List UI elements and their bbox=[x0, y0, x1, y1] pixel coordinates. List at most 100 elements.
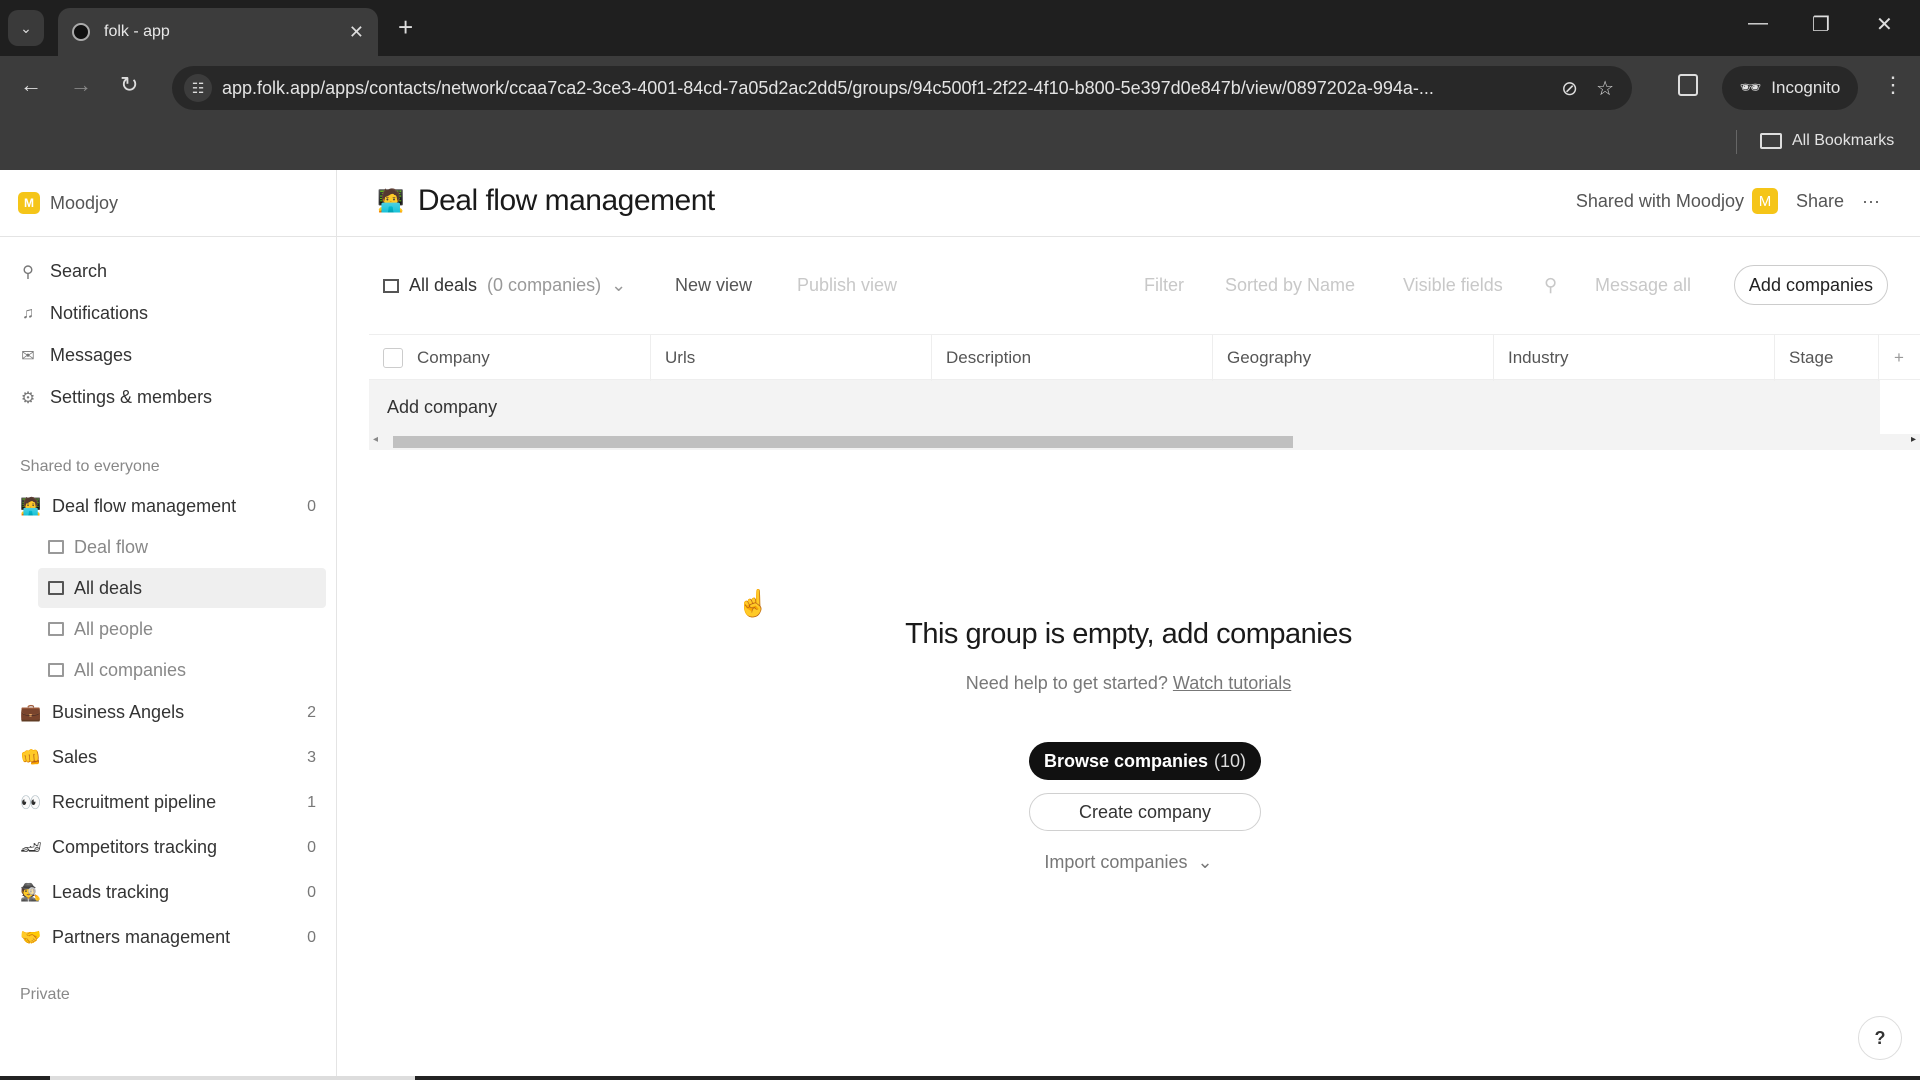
site-info-icon[interactable]: ☷ bbox=[184, 74, 212, 102]
address-bar[interactable]: ☷ app.folk.app/apps/contacts/network/cca… bbox=[172, 66, 1632, 110]
view-selector[interactable]: All deals (0 companies) ⌄ bbox=[383, 275, 626, 296]
sidebar-item-settings[interactable]: ⚙ Settings & members bbox=[20, 387, 212, 408]
column-label: Geography bbox=[1227, 348, 1312, 367]
column-header-industry[interactable]: Industry bbox=[1494, 335, 1775, 381]
scroll-right-icon[interactable]: ▸ bbox=[1911, 434, 1916, 445]
sidebar-group-leads-tracking[interactable]: 🕵 Leads tracking 0 bbox=[20, 882, 316, 903]
sidebar-item-search[interactable]: ⚲ Search bbox=[20, 261, 107, 282]
fist-icon: 👊 bbox=[20, 747, 42, 767]
sidebar-item-notifications[interactable]: ♫ Notifications bbox=[20, 303, 148, 324]
column-header-stage[interactable]: Stage bbox=[1775, 335, 1879, 381]
workspace-switcher[interactable]: M Moodjoy bbox=[0, 170, 336, 237]
group-name: Competitors tracking bbox=[52, 837, 218, 857]
handshake-icon: 🤝 bbox=[20, 927, 42, 947]
visible-fields-button[interactable]: Visible fields bbox=[1403, 275, 1503, 296]
create-company-button[interactable]: Create company bbox=[1029, 793, 1261, 831]
close-window-icon[interactable]: ✕ bbox=[1876, 12, 1893, 37]
group-count: 0 bbox=[307, 883, 316, 901]
detective-icon: 🕵 bbox=[20, 882, 42, 902]
import-companies-dropdown[interactable]: Import companies ⌄ bbox=[337, 852, 1920, 873]
view-label: Deal flow bbox=[74, 536, 149, 557]
new-tab-icon[interactable]: + bbox=[398, 12, 413, 43]
select-all-checkbox[interactable] bbox=[383, 348, 403, 368]
incognito-indicator[interactable]: 🕶︎ Incognito bbox=[1722, 66, 1858, 110]
minimize-icon[interactable]: — bbox=[1748, 12, 1768, 35]
side-panel-icon[interactable] bbox=[1678, 74, 1698, 96]
sidebar-view-deal-flow[interactable]: Deal flow bbox=[38, 527, 326, 567]
message-all-button[interactable]: Message all bbox=[1595, 275, 1691, 296]
help-text: Need help to get started? bbox=[965, 673, 1168, 693]
horizontal-scrollbar[interactable]: ◂ ▸ bbox=[369, 434, 1920, 450]
share-button[interactable]: Share bbox=[1796, 191, 1844, 212]
sidebar-group-partners-management[interactable]: 🤝 Partners management 0 bbox=[20, 927, 316, 948]
column-header-geography[interactable]: Geography bbox=[1213, 335, 1494, 381]
workspace-badge: M bbox=[18, 192, 40, 214]
forward-icon[interactable]: → bbox=[70, 72, 92, 98]
bottom-progress-bar bbox=[0, 1076, 1920, 1080]
sidebar-view-all-deals[interactable]: All deals bbox=[38, 568, 326, 608]
sidebar-group-recruitment-pipeline[interactable]: 👀 Recruitment pipeline 1 bbox=[20, 792, 316, 813]
column-header-description[interactable]: Description bbox=[932, 335, 1213, 381]
race-car-icon: 🏎 bbox=[20, 837, 42, 857]
scrollbar-thumb[interactable] bbox=[393, 436, 1293, 448]
sort-button[interactable]: Sorted by Name bbox=[1225, 275, 1355, 296]
sidebar-item-messages[interactable]: ✉ Messages bbox=[20, 345, 132, 366]
filter-button[interactable]: Filter bbox=[1144, 275, 1184, 296]
sidebar-group-business-angels[interactable]: 💼 Business Angels 2 bbox=[20, 702, 316, 723]
browse-label: Browse companies bbox=[1043, 750, 1209, 771]
add-column-icon[interactable]: + bbox=[1879, 335, 1919, 381]
browser-tab[interactable]: folk - app ✕ bbox=[58, 8, 378, 56]
tab-search-button[interactable]: ⌄ bbox=[8, 10, 44, 46]
table-icon bbox=[383, 278, 399, 293]
search-icon: ⚲ bbox=[22, 263, 34, 281]
search-icon[interactable]: ⚲ bbox=[1544, 275, 1557, 296]
incognito-icon: 🕶︎ bbox=[1739, 78, 1762, 97]
browse-companies-button[interactable]: Browse companies (10) bbox=[1029, 742, 1261, 780]
group-count: 0 bbox=[307, 838, 316, 856]
new-view-button[interactable]: New view bbox=[675, 275, 752, 296]
sidebar-item-label: Messages bbox=[50, 345, 133, 365]
watch-tutorials-link[interactable]: Watch tutorials bbox=[1173, 673, 1291, 693]
more-options-icon[interactable]: ··· bbox=[1862, 191, 1880, 212]
add-companies-button[interactable]: Add companies bbox=[1733, 265, 1888, 305]
shared-with-label[interactable]: Shared with Moodjoy bbox=[1576, 191, 1744, 212]
help-button[interactable]: ? bbox=[1858, 1016, 1902, 1060]
eyes-icon: 👀 bbox=[20, 792, 42, 812]
column-header-company[interactable]: Company bbox=[369, 335, 651, 381]
scroll-left-icon[interactable]: ◂ bbox=[373, 434, 378, 445]
browser-menu-icon[interactable]: ⋮ bbox=[1882, 72, 1904, 98]
folk-app: M Moodjoy ⚲ Search ♫ Notifications ✉ Mes… bbox=[0, 170, 1920, 1076]
sidebar-group-deal-flow-management[interactable]: 🧑‍💻 Deal flow management 0 bbox=[20, 496, 316, 517]
progress-segment bbox=[50, 1076, 415, 1080]
column-label: Urls bbox=[665, 348, 696, 367]
star-icon[interactable]: ☆ bbox=[1596, 76, 1614, 101]
table-header: Company Urls Description Geography Indus… bbox=[369, 334, 1920, 381]
kanban-icon bbox=[48, 540, 64, 554]
group-name: Deal flow management bbox=[52, 496, 237, 516]
back-icon[interactable]: ← bbox=[20, 72, 42, 98]
group-count: 0 bbox=[307, 928, 316, 946]
browse-count: (10) bbox=[1214, 750, 1247, 771]
column-header-urls[interactable]: Urls bbox=[651, 335, 932, 381]
sidebar-view-all-people[interactable]: All people bbox=[38, 609, 326, 649]
all-bookmarks-button[interactable]: All Bookmarks bbox=[1760, 132, 1894, 150]
chevron-down-icon: ⌄ bbox=[611, 275, 627, 295]
publish-view-button[interactable]: Publish view bbox=[797, 275, 897, 296]
header-actions: Shared with Moodjoy M Share ··· bbox=[1576, 188, 1880, 214]
reload-icon[interactable]: ↻ bbox=[120, 72, 138, 98]
view-toolbar: All deals (0 companies) ⌄ New view Publi… bbox=[337, 265, 1920, 309]
restore-icon[interactable]: ❐ bbox=[1812, 12, 1830, 37]
main-content: 🧑‍💻 Deal flow management Shared with Moo… bbox=[337, 170, 1920, 1076]
group-count: 3 bbox=[307, 748, 316, 766]
sidebar-group-sales[interactable]: 👊 Sales 3 bbox=[20, 747, 316, 768]
close-tab-icon[interactable]: ✕ bbox=[349, 22, 364, 43]
empty-state-subtitle: Need help to get started? Watch tutorial… bbox=[337, 673, 1920, 694]
sidebar-view-all-companies[interactable]: All companies bbox=[38, 650, 326, 690]
url-text[interactable]: app.folk.app/apps/contacts/network/ccaa7… bbox=[222, 78, 1561, 99]
technologist-icon: 🧑‍💻 bbox=[20, 496, 42, 516]
add-company-row[interactable]: Add company bbox=[369, 380, 1880, 434]
eye-off-icon[interactable]: ⊘ bbox=[1561, 76, 1578, 101]
page-title-text[interactable]: Deal flow management bbox=[418, 184, 715, 218]
shared-section-label: Shared to everyone bbox=[20, 458, 160, 475]
sidebar-group-competitors-tracking[interactable]: 🏎 Competitors tracking 0 bbox=[20, 837, 316, 858]
